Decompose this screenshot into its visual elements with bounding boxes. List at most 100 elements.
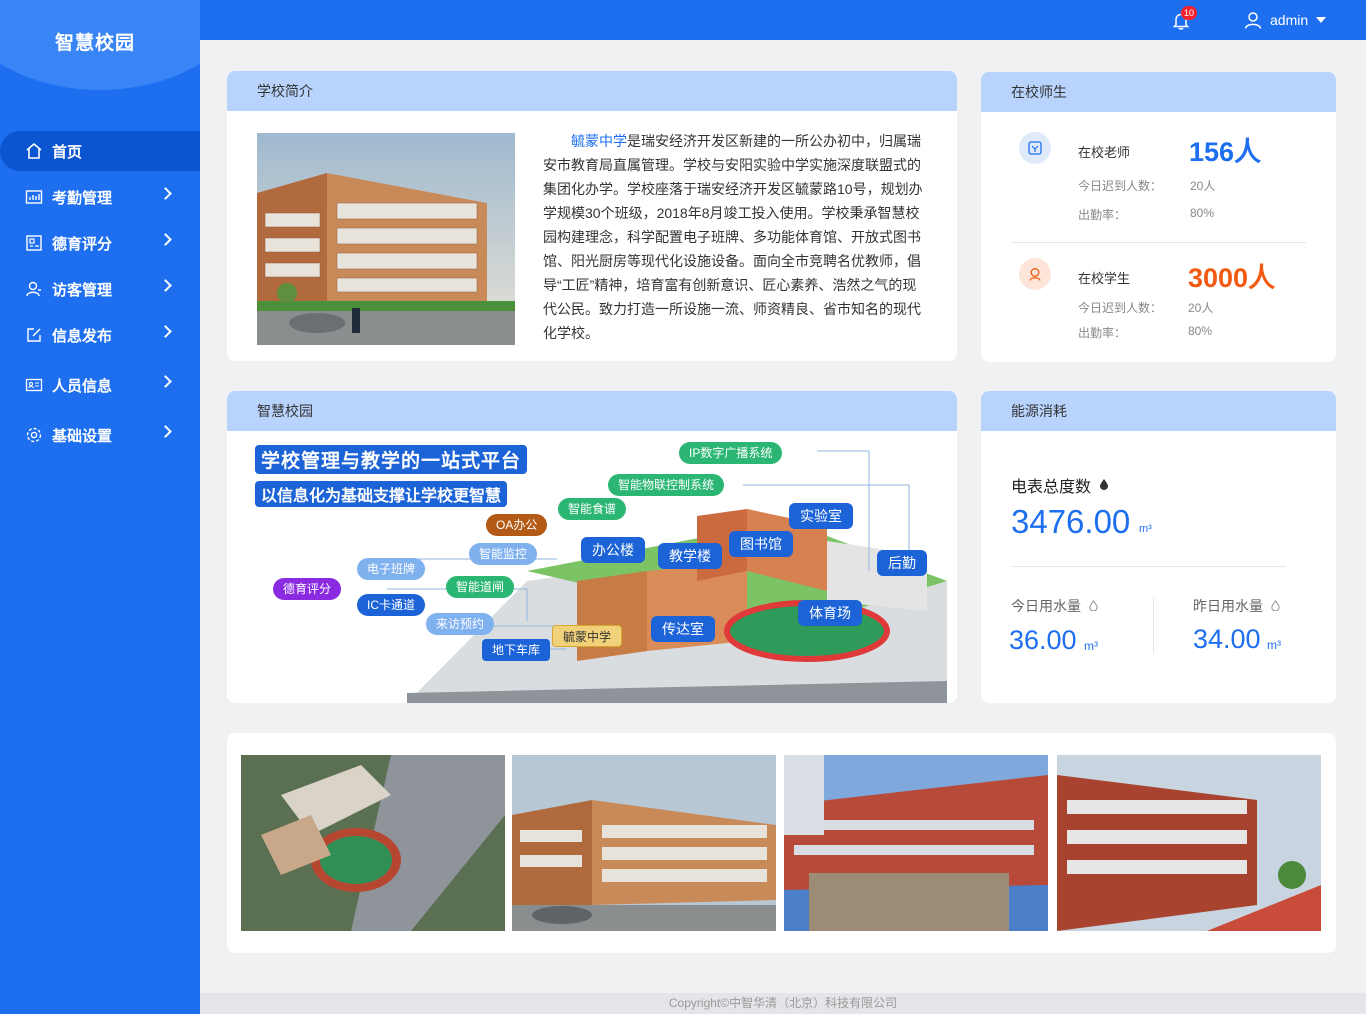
- card-title: 能源消耗: [981, 391, 1336, 431]
- chevron-right-icon: [159, 187, 172, 200]
- school-name-link[interactable]: 毓蒙中学: [571, 133, 627, 149]
- tag-logistics: 后勤: [877, 550, 927, 576]
- id-card-icon: [25, 376, 43, 394]
- tag-ip-broadcast: IP数字广播系统: [679, 442, 783, 464]
- teacher-icon: [1019, 132, 1051, 164]
- sidebar-item-label: 基础设置: [52, 427, 113, 445]
- drop-icon: [1098, 477, 1110, 495]
- tag-parking: 地下车库: [482, 639, 551, 661]
- tag-monitor: 智能监控: [469, 543, 538, 565]
- intro-body: 是瑞安经济开发区新建的一所公办初中，归属瑞安市教育局直属管理。学校与安阳实验中学…: [543, 133, 923, 341]
- teachers-label: 在校老师: [1078, 145, 1131, 160]
- vertical-divider: [1153, 597, 1154, 653]
- user-icon: [1244, 12, 1262, 29]
- sidebar-item-label: 考勤管理: [52, 189, 113, 207]
- tag-guard: 传达室: [651, 616, 715, 642]
- campus-headline: 学校管理与教学的一站式平台: [255, 445, 528, 474]
- sidebar-item-label: 访客管理: [52, 281, 113, 299]
- gallery-photo-campus[interactable]: [1057, 755, 1321, 931]
- tag-office: 办公楼: [581, 537, 645, 563]
- tag-moral: 德育评分: [273, 578, 342, 600]
- chevron-right-icon: [159, 425, 172, 438]
- chevron-right-icon: [159, 325, 172, 338]
- today-water-value: 36.00: [1009, 625, 1077, 655]
- sidebar-nav: 首页 考勤管理 德育评分 访客管理 信息发布 人员信息 基础设置: [0, 131, 200, 455]
- tag-library: 图书馆: [729, 531, 793, 557]
- tag-gate: 智能道闸: [446, 576, 515, 598]
- tag-school: 毓蒙中学: [552, 625, 623, 647]
- chevron-right-icon: [159, 279, 172, 292]
- yesterday-water-value: 34.00: [1193, 624, 1261, 654]
- app-logo-title: 智慧校园: [54, 33, 135, 54]
- tag-iot: 智能物联控制系统: [608, 474, 725, 496]
- students-rate-label: 出勤率：: [1078, 326, 1127, 340]
- sidebar-item-personnel[interactable]: 人员信息: [0, 365, 200, 405]
- sidebar-item-label: 信息发布: [52, 327, 113, 345]
- card-title: 在校师生: [981, 72, 1336, 112]
- students-count: 3000人: [1188, 263, 1276, 293]
- sidebar-item-label: 人员信息: [52, 377, 113, 395]
- teachers-count: 156人: [1189, 137, 1262, 167]
- tag-visit: 来访预约: [426, 613, 495, 635]
- teachers-late-value: 20人: [1190, 179, 1216, 193]
- gallery-photo-aerial[interactable]: [241, 755, 505, 931]
- home-icon: [25, 142, 43, 160]
- user-menu[interactable]: admin: [1243, 10, 1327, 30]
- yesterday-water-unit: m³: [1267, 638, 1281, 652]
- notification-badge: 10: [1181, 6, 1197, 20]
- teachers-late-label: 今日迟到人数：: [1078, 179, 1163, 193]
- divider: [1011, 242, 1306, 243]
- caret-down-icon: [1316, 17, 1327, 23]
- card-title: 学校简介: [227, 71, 957, 111]
- campus-subheadline: 以信息化为基础支撑让学校更智慧: [255, 481, 508, 507]
- teachers-rate-value: 80%: [1190, 206, 1215, 220]
- energy-card: 能源消耗 电表总度数 3476.00 m³ 今日用水量 36.00 m³ 昨日用…: [981, 391, 1336, 703]
- tag-ic: IC卡通道: [357, 594, 426, 616]
- gallery-photo-gate[interactable]: [784, 755, 1048, 931]
- meter-unit: m³: [1139, 523, 1152, 535]
- photo-gallery: [227, 733, 1336, 953]
- divider: [1011, 566, 1286, 567]
- school-building-photo: [257, 133, 515, 345]
- tag-lab: 实验室: [789, 503, 853, 529]
- tag-oa: OA办公: [486, 514, 548, 536]
- students-rate-value: 80%: [1188, 324, 1213, 338]
- username: admin: [1270, 12, 1309, 28]
- sidebar-item-moral-score[interactable]: 德育评分: [0, 223, 200, 263]
- sidebar-item-home[interactable]: 首页: [0, 131, 200, 171]
- tag-class-board: 电子班牌: [357, 558, 426, 580]
- meter-label: 电表总度数: [1011, 479, 1092, 496]
- student-icon: [1019, 258, 1051, 290]
- sidebar-item-attendance[interactable]: 考勤管理: [0, 177, 200, 217]
- tag-canteen: 智能食谱: [558, 498, 627, 520]
- school-intro-text: 毓蒙中学是瑞安经济开发区新建的一所公办初中，归属瑞安市教育局直属管理。学校与安阳…: [543, 129, 923, 345]
- chevron-right-icon: [159, 375, 172, 388]
- tag-gym: 体育场: [798, 600, 862, 626]
- sidebar-item-label: 首页: [52, 143, 83, 161]
- sidebar-item-settings[interactable]: 基础设置: [0, 415, 200, 455]
- chevron-right-icon: [159, 233, 172, 246]
- today-water-unit: m³: [1084, 639, 1098, 653]
- top-header: 10 admin: [200, 0, 1366, 40]
- visitor-icon: [25, 280, 43, 298]
- score-icon: [25, 234, 43, 252]
- footer-copyright: Copyright©中智华清（北京）科技有限公司: [200, 993, 1366, 1014]
- teachers-students-card: 在校师生 在校老师 156人 今日迟到人数： 20人 出勤率： 80% 在校学生…: [981, 72, 1336, 362]
- gear-icon: [25, 426, 43, 444]
- sidebar-item-publish[interactable]: 信息发布: [0, 315, 200, 355]
- drop-icon: [1270, 598, 1281, 616]
- school-intro-card: 学校简介 毓蒙中学是瑞安经济开发区新建的一所公办初中，归属瑞安市教育局直属管理。…: [227, 71, 957, 361]
- sidebar-item-visitor[interactable]: 访客管理: [0, 269, 200, 309]
- card-title: 智慧校园: [227, 391, 957, 431]
- chart-icon: [25, 188, 43, 206]
- today-water-label: 今日用水量: [1011, 598, 1081, 614]
- smart-campus-card: 智慧校园 学校管理与教学的一站式平台 以信息化为基础支撑让学校更智慧 IP数字广…: [227, 391, 957, 703]
- meter-value: 3476.00: [1011, 503, 1131, 540]
- students-late-value: 20人: [1188, 301, 1214, 315]
- edit-icon: [25, 326, 43, 344]
- tag-teaching: 教学楼: [658, 543, 722, 569]
- sidebar: 智慧校园 首页 考勤管理 德育评分 访客管理 信息发布 人员信息 基础设置: [0, 0, 200, 1014]
- students-late-label: 今日迟到人数：: [1078, 301, 1163, 315]
- gallery-photo-building[interactable]: [512, 755, 776, 931]
- drop-icon: [1088, 598, 1099, 616]
